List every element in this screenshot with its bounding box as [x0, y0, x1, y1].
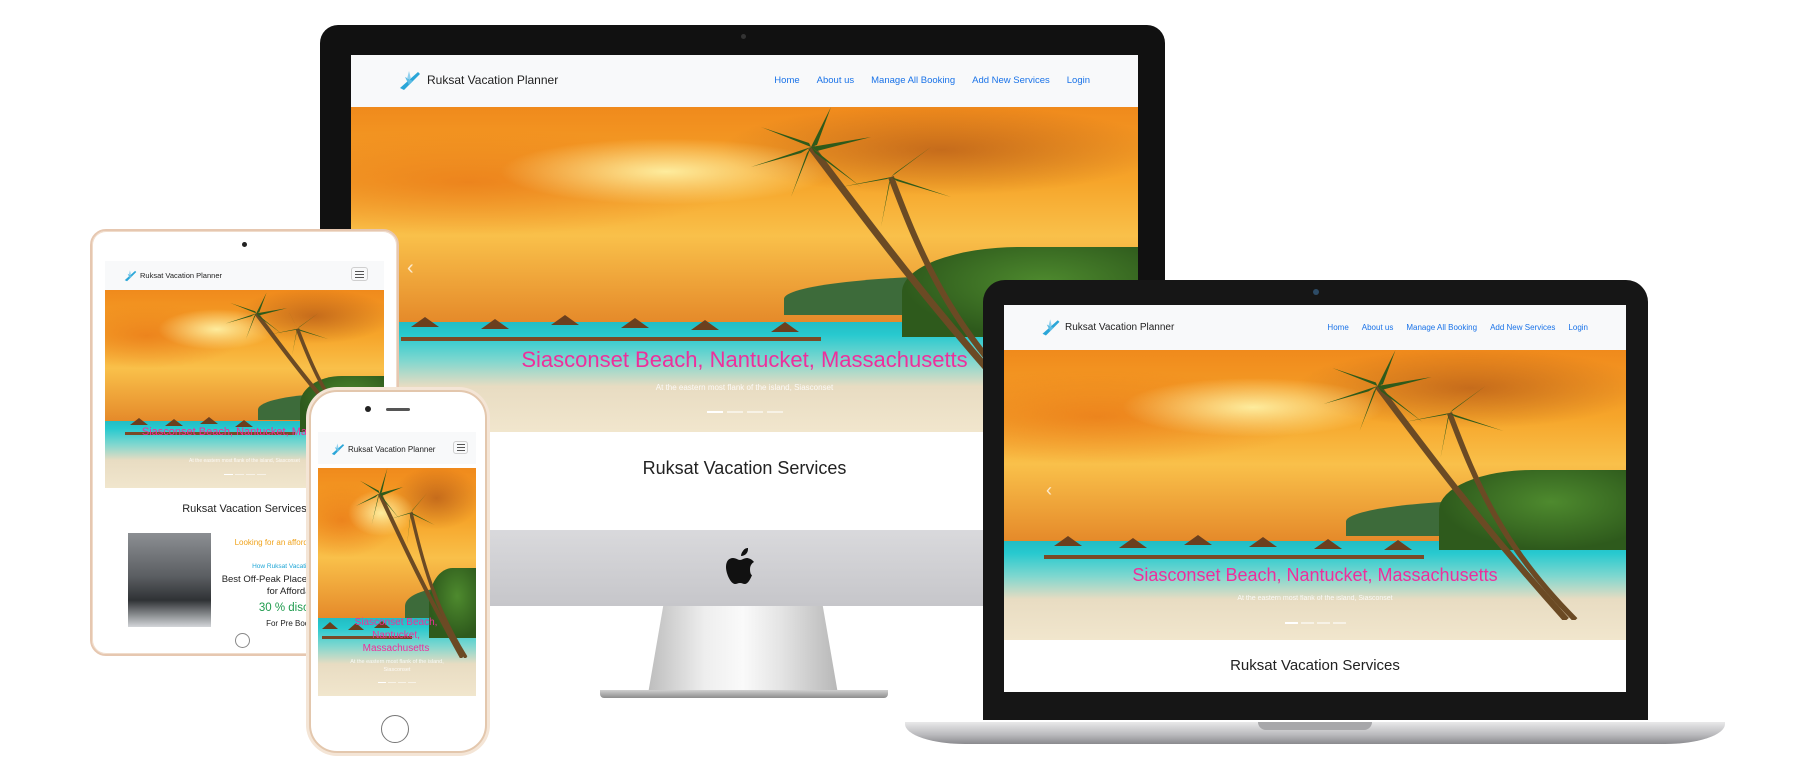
- brand-name: Ruksat Vacation Planner: [348, 444, 436, 454]
- nav-add-services-link[interactable]: Add New Services: [972, 75, 1050, 86]
- iphone-camera: [365, 406, 371, 412]
- nav-login-link[interactable]: Login: [1568, 323, 1588, 332]
- imac-camera: [741, 34, 746, 39]
- carousel-indicator[interactable]: [706, 411, 723, 413]
- macbook-notch: [1258, 722, 1372, 730]
- carousel-prev-icon[interactable]: ‹: [407, 257, 414, 280]
- plane-logo-icon: [400, 71, 420, 90]
- nav-login-link[interactable]: Login: [1067, 75, 1090, 86]
- navbar-brand[interactable]: Ruksat Vacation Planner: [123, 268, 222, 283]
- nav-manage-booking-link[interactable]: Manage All Booking: [1406, 323, 1477, 332]
- iphone-home-button[interactable]: [381, 715, 409, 743]
- carousel-indicator[interactable]: [1300, 622, 1314, 624]
- carousel-prev-icon[interactable]: ‹: [1046, 480, 1052, 501]
- navbar: Ruksat Vacation Planner Home About us Ma…: [1004, 305, 1626, 350]
- macbook-camera: [1313, 289, 1319, 295]
- apple-logo-icon: [726, 548, 754, 584]
- hero-subtitle: At the eastern most flank of the island,…: [350, 659, 444, 673]
- hero-carousel: ‹ Siasconset Beach, Nantucket, Massachus…: [1004, 350, 1626, 640]
- carousel-indicator[interactable]: [766, 411, 783, 413]
- macbook-screen: Ruksat Vacation Planner Home About us Ma…: [1004, 305, 1626, 692]
- carousel-indicator[interactable]: [746, 411, 763, 413]
- plane-logo-icon: [331, 443, 345, 456]
- nav-about-link[interactable]: About us: [1362, 323, 1394, 332]
- carousel-indicator[interactable]: [726, 411, 743, 413]
- navbar: Ruksat Vacation Planner Home About us Ma…: [351, 55, 1138, 107]
- navbar: Ruksat Vacation Planner: [318, 432, 476, 464]
- nav-links: Home About us Manage All Booking Add New…: [1327, 323, 1588, 332]
- service-card-image: [128, 533, 211, 627]
- carousel-indicator[interactable]: [398, 682, 406, 683]
- hero-title: Siasconset Beach, Nantucket, Massachuset…: [354, 617, 438, 654]
- carousel-indicator[interactable]: [256, 474, 266, 475]
- nav-about-link[interactable]: About us: [817, 75, 855, 86]
- imac-stand-base: [600, 690, 888, 698]
- carousel-indicators: [318, 682, 476, 683]
- plane-logo-icon: [1042, 319, 1060, 336]
- carousel-indicator[interactable]: [1332, 622, 1346, 624]
- carousel-indicator[interactable]: [223, 474, 233, 475]
- nav-home-link[interactable]: Home: [1327, 323, 1348, 332]
- carousel-indicator[interactable]: [245, 474, 255, 475]
- hero-title: Siasconset Beach, Nantucket, Massachuset…: [1132, 565, 1498, 585]
- carousel-indicator[interactable]: [234, 474, 244, 475]
- hero-subtitle: At the eastern most flank of the island,…: [1237, 595, 1393, 602]
- plane-logo-icon: [124, 270, 137, 282]
- ipad-home-button[interactable]: [235, 633, 250, 648]
- section-title: Ruksat Vacation Services: [1230, 657, 1400, 674]
- carousel-indicator[interactable]: [408, 682, 416, 683]
- navbar-brand[interactable]: Ruksat Vacation Planner: [397, 67, 558, 93]
- navbar-brand[interactable]: Ruksat Vacation Planner: [330, 441, 435, 457]
- brand-name: Ruksat Vacation Planner: [1065, 321, 1175, 333]
- carousel-indicator[interactable]: [378, 682, 386, 683]
- iphone-speaker: [386, 408, 410, 411]
- hamburger-menu-icon[interactable]: [351, 267, 368, 281]
- hamburger-menu-icon[interactable]: [453, 441, 468, 454]
- brand-name: Ruksat Vacation Planner: [140, 271, 222, 280]
- nav-manage-booking-link[interactable]: Manage All Booking: [871, 75, 955, 86]
- ipad-camera: [242, 242, 247, 247]
- nav-home-link[interactable]: Home: [774, 75, 799, 86]
- carousel-indicator[interactable]: [1316, 622, 1330, 624]
- carousel-indicators: [1004, 622, 1626, 624]
- carousel-indicator[interactable]: [1284, 622, 1298, 624]
- navbar-brand[interactable]: Ruksat Vacation Planner: [1040, 316, 1174, 338]
- hero-carousel: Siasconset Beach, Nantucket, Massachuset…: [318, 468, 476, 696]
- nav-links: Home About us Manage All Booking Add New…: [774, 75, 1090, 86]
- navbar: Ruksat Vacation Planner: [105, 261, 384, 290]
- iphone-screen: Ruksat Vacation Planner Siasconset Beach…: [318, 432, 476, 706]
- brand-name: Ruksat Vacation Planner: [427, 73, 559, 87]
- imac-stand: [648, 606, 838, 694]
- carousel-indicator[interactable]: [388, 682, 396, 683]
- nav-add-services-link[interactable]: Add New Services: [1490, 323, 1555, 332]
